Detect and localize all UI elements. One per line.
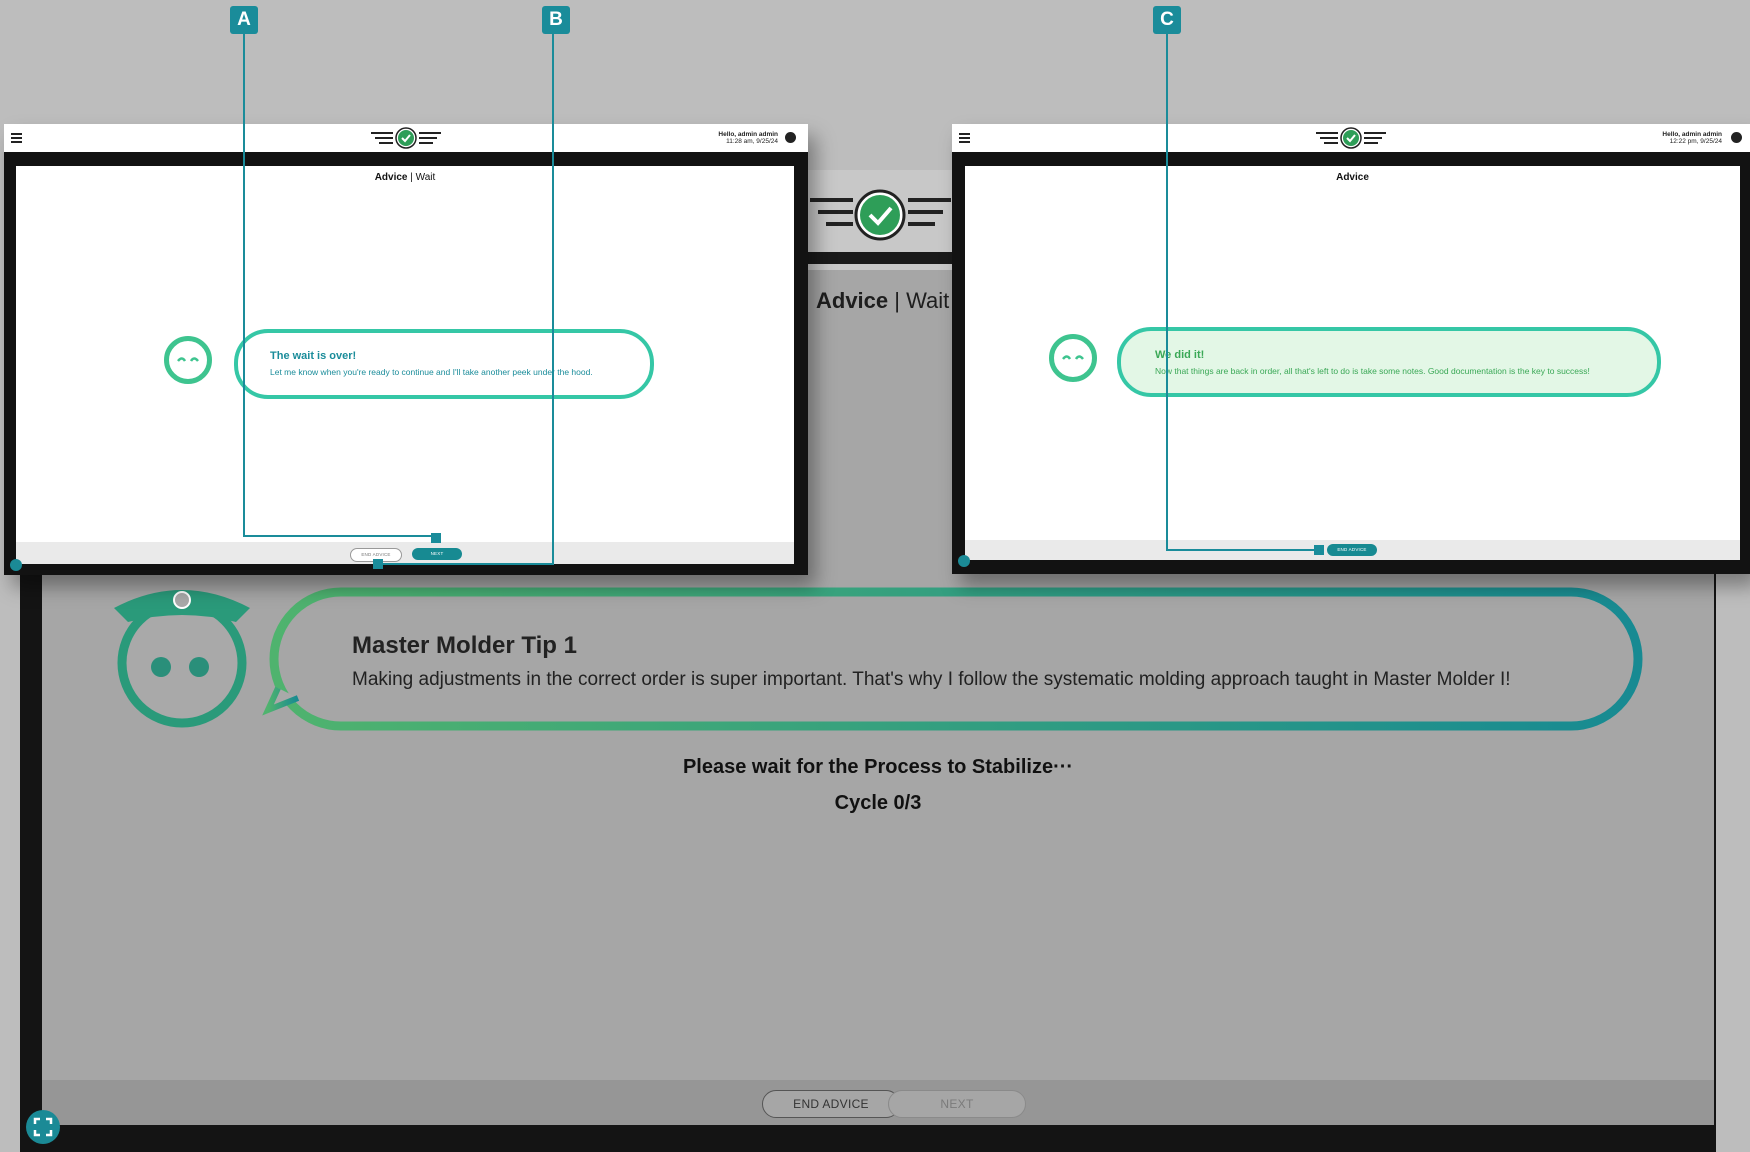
bubble-title: The wait is over!	[270, 350, 357, 362]
menu-icon[interactable]	[11, 133, 22, 143]
end-advice-button[interactable]: END ADVICE	[1327, 544, 1377, 556]
left-screen: Hello, admin admin 11:28 am, 9/25/24 Adv…	[4, 124, 808, 575]
cycle-counter: Cycle 0/3	[834, 792, 922, 814]
menu-icon[interactable]	[959, 133, 970, 143]
next-button[interactable]: NEXT	[412, 548, 462, 560]
background-logo-shadow	[808, 252, 953, 264]
top-bar: Hello, admin admin 11:28 am, 9/25/24	[4, 124, 808, 152]
bubble-text: Let me know when you're ready to continu…	[270, 367, 593, 377]
expand-icon[interactable]	[26, 1110, 60, 1144]
bubble-title: We did it!	[1155, 349, 1205, 361]
wait-message: Please wait for the Process to Stabilize…	[682, 756, 1074, 778]
next-button[interactable]: NEXT	[888, 1090, 1026, 1118]
callout-c-line	[1166, 549, 1318, 551]
bubble-text: Now that things are back in order, all t…	[1155, 366, 1590, 376]
screen-content: Advice | Wait The wait is over! Let me k…	[16, 166, 794, 564]
callout-a-tip	[431, 533, 441, 543]
right-screen: Hello, admin admin 12:22 pm, 9/25/24 Adv…	[952, 124, 1750, 574]
callout-b-tip	[373, 559, 383, 569]
tip-title: Master Molder Tip 1	[352, 632, 577, 659]
user-icon[interactable]	[1731, 132, 1742, 143]
callout-c-tip	[1314, 545, 1324, 555]
user-greeting: Hello, admin admin 12:22 pm, 9/25/24	[1662, 131, 1722, 145]
callout-a: A	[230, 6, 258, 34]
advice-bubble	[234, 329, 654, 399]
robot-face-icon	[164, 336, 212, 384]
logo-check-icon	[810, 189, 951, 241]
callout-c-line	[1166, 34, 1168, 550]
advice-bubble	[1117, 327, 1661, 397]
callout-c: C	[1153, 6, 1181, 34]
callout-b: B	[542, 6, 570, 34]
user-icon[interactable]	[785, 132, 796, 143]
background-advice-area	[114, 587, 1643, 731]
end-advice-button[interactable]: END ADVICE	[762, 1090, 900, 1118]
expand-icon[interactable]	[958, 555, 970, 567]
user-greeting: Hello, admin admin 11:28 am, 9/25/24	[718, 131, 778, 145]
screen-content: Advice We did it! Now that things are ba…	[965, 166, 1740, 560]
callout-b-line	[552, 34, 554, 564]
top-bar: Hello, admin admin 12:22 pm, 9/25/24	[952, 124, 1750, 152]
robot-face-icon	[1049, 334, 1097, 382]
logo-check-icon	[371, 127, 441, 149]
tip-text: Making adjustments in the correct order …	[352, 669, 1511, 690]
page-title: Advice	[1336, 172, 1369, 183]
expand-icon[interactable]	[10, 559, 22, 571]
screen-footer	[16, 542, 794, 564]
page-title: Advice | Wait	[374, 172, 436, 183]
callout-b-line	[378, 563, 554, 565]
logo-check-icon	[1316, 127, 1386, 149]
background-page-title: Advice | Wait	[816, 288, 950, 313]
callout-a-line	[243, 34, 245, 536]
callout-a-line	[243, 535, 433, 537]
